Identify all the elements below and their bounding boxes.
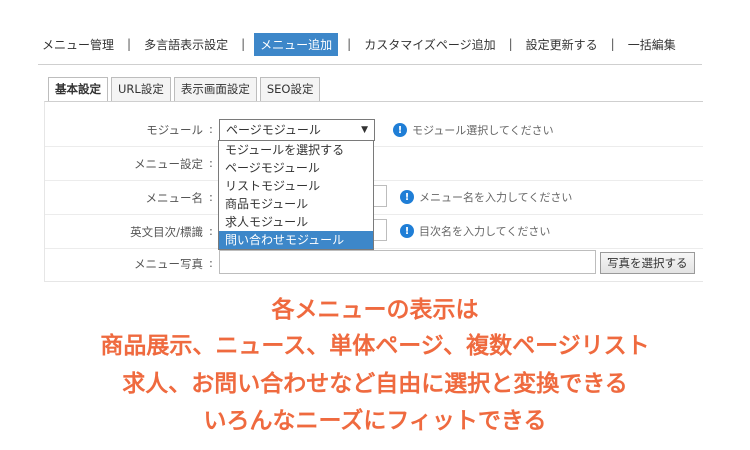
caption-line-3: 求人、お問い合わせなど自由に選択と変換できる [122, 371, 628, 397]
nav-add-custom-page[interactable]: カスタマイズページ追加 [360, 34, 499, 55]
nav-update-settings[interactable]: 設定更新する [522, 34, 602, 55]
colon: : [209, 122, 213, 136]
info-icon: ! [400, 190, 414, 204]
tab-seo-settings[interactable]: SEO設定 [259, 77, 321, 101]
form-row-menu-photo: メニュー写真 : 写真を選択する [45, 246, 703, 280]
nav-menu-management[interactable]: メニュー管理 [38, 34, 118, 55]
nav-bulk-edit[interactable]: 一括編集 [624, 34, 680, 55]
tab-display-settings[interactable]: 表示画面設定 [173, 77, 257, 101]
dropdown-option-product-module[interactable]: 商品モジュール [219, 195, 373, 213]
form-row-menu-setting: メニュー設定 : [45, 146, 703, 181]
form-row-toc-title: 英文目次/標識 : ! 目次名を入力してください [45, 214, 703, 249]
nav-separator: | [241, 37, 246, 51]
triangle-down-icon: ▼ [361, 125, 368, 135]
toc-title-hint-text: 目次名を入力してください [419, 225, 551, 238]
module-label: モジュール [146, 123, 203, 137]
module-dropdown-list: モジュールを選択する ページモジュール リストモジュール 商品モジュール 求人モ… [218, 140, 374, 250]
settings-tabs: 基本設定 URL設定 表示画面設定 SEO設定 [48, 77, 323, 102]
nav-separator: | [127, 37, 132, 51]
colon: : [209, 156, 213, 170]
menu-photo-input[interactable] [219, 250, 596, 274]
menu-name-hint: ! メニュー名を入力してください [400, 189, 572, 205]
dropdown-option-inquiry-module[interactable]: 問い合わせモジュール [219, 231, 373, 249]
info-icon: ! [393, 123, 407, 137]
nav-separator: | [610, 37, 615, 51]
caption-line-1: 各メニューの表示は [271, 297, 479, 323]
colon: : [209, 224, 213, 238]
tab-basic-settings[interactable]: 基本設定 [48, 77, 108, 102]
colon: : [209, 190, 213, 204]
colon: : [209, 256, 213, 270]
module-select-value: ページモジュール [226, 123, 321, 137]
caption-line-2: 商品展示、ニュース、単体ページ、複数ページリスト [100, 333, 650, 359]
dropdown-option-page-module[interactable]: ページモジュール [219, 159, 373, 177]
nav-add-menu[interactable]: メニュー追加 [254, 32, 339, 56]
form-row-module: モジュール : ページモジュール ▼ ! モジュール選択してください [45, 112, 703, 147]
select-photo-button[interactable]: 写真を選択する [600, 252, 695, 274]
dropdown-option-list-module[interactable]: リストモジュール [219, 177, 373, 195]
form-row-menu-name: メニュー名 : ! メニュー名を入力してください [45, 180, 703, 215]
tab-url-settings[interactable]: URL設定 [111, 77, 171, 101]
toc-title-label: 英文目次/標識 [130, 225, 203, 239]
nav-separator: | [508, 37, 513, 51]
menu-name-hint-text: メニュー名を入力してください [419, 191, 573, 204]
module-hint: ! モジュール選択してください [393, 122, 554, 138]
menu-name-label: メニュー名 [145, 191, 204, 205]
module-select[interactable]: ページモジュール ▼ [219, 119, 375, 141]
toc-title-hint: ! 目次名を入力してください [400, 223, 550, 239]
nav-multilanguage-settings[interactable]: 多言語表示設定 [140, 34, 232, 55]
dropdown-option-select-module[interactable]: モジュールを選択する [219, 141, 373, 159]
dropdown-option-job-module[interactable]: 求人モジュール [219, 213, 373, 231]
top-navigation: メニュー管理 | 多言語表示設定 | メニュー追加 | カスタマイズページ追加 … [38, 32, 680, 56]
menu-photo-label: メニュー写真 [134, 257, 203, 271]
caption-line-4: いろんなニーズにフィットできる [203, 408, 547, 434]
menu-setting-label: メニュー設定 [134, 157, 203, 171]
info-icon: ! [400, 224, 414, 238]
module-hint-text: モジュール選択してください [412, 124, 554, 137]
divider [38, 64, 702, 65]
nav-separator: | [347, 37, 352, 51]
